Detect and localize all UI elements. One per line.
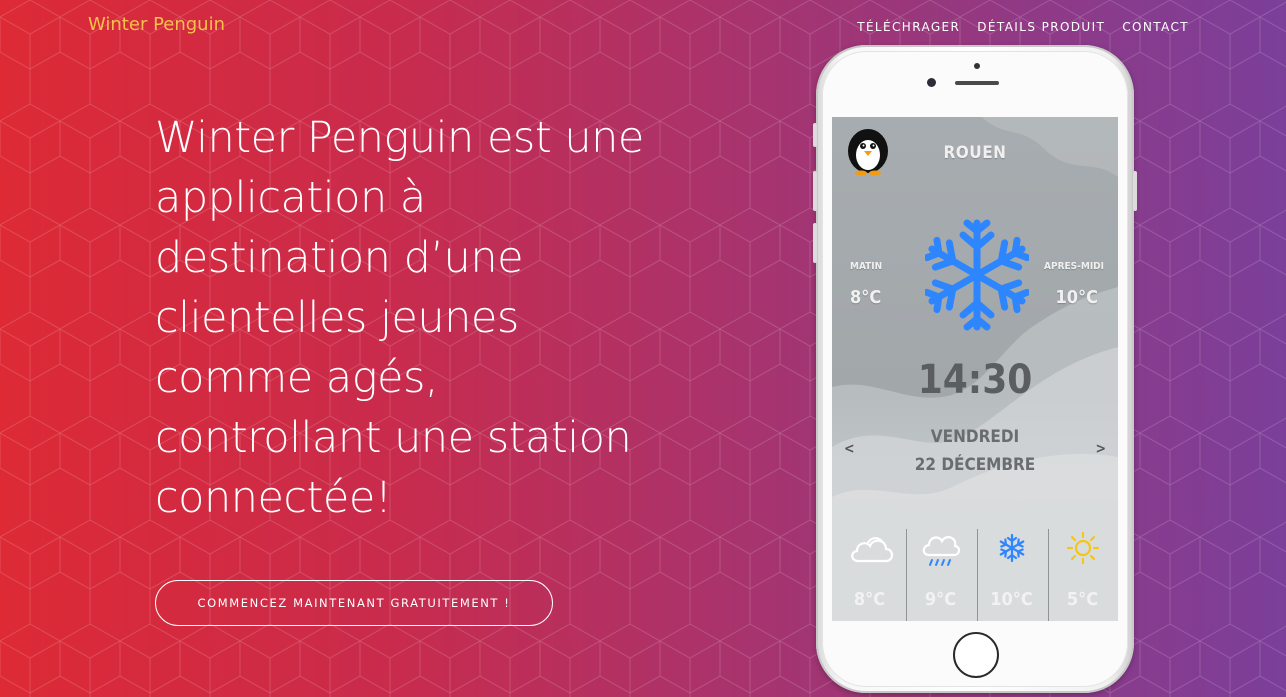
morning-label: MATIN bbox=[850, 261, 883, 272]
phone-volume-up bbox=[813, 171, 817, 211]
phone-speaker bbox=[955, 81, 999, 85]
phone-home-button bbox=[953, 632, 999, 678]
forecast-temperature: 5°C bbox=[1066, 589, 1099, 610]
previous-day-arrow[interactable]: < bbox=[844, 441, 855, 457]
nav-link-product-details[interactable]: Détails produit bbox=[977, 20, 1105, 34]
forecast-temperature: 10°C bbox=[990, 589, 1033, 610]
snowflake-icon bbox=[925, 219, 1029, 333]
weather-app-screen: ROUEN MATIN 8°C APRES-MIDI 10°C 14:30 VE… bbox=[832, 117, 1118, 621]
forecast-item: 5°C bbox=[1047, 529, 1118, 621]
current-time: 14:30 bbox=[917, 357, 1033, 403]
phone-mute-switch bbox=[813, 123, 817, 147]
date-text: 22 DÉCEMBRE bbox=[914, 455, 1036, 475]
hero-heading-line: clientelles jeunes bbox=[155, 293, 519, 343]
forecast-temperature: 9°C bbox=[924, 589, 957, 610]
morning-temperature: 8°C bbox=[850, 287, 882, 308]
phone-mockup: ROUEN MATIN 8°C APRES-MIDI 10°C 14:30 VE… bbox=[813, 45, 1137, 693]
hero-heading-line: comme agés, bbox=[155, 353, 439, 403]
hero-heading-line: application à bbox=[155, 173, 426, 223]
top-navigation: Téléchrager Détails produit Contact bbox=[857, 20, 1189, 34]
phone-power-button bbox=[1133, 171, 1137, 211]
nav-link-download[interactable]: Téléchrager bbox=[857, 20, 960, 34]
forecast-item: 10°C bbox=[976, 529, 1047, 621]
forecast-item: 8°C bbox=[834, 529, 905, 621]
next-day-arrow[interactable]: > bbox=[1095, 441, 1106, 457]
day-name: VENDREDI bbox=[930, 427, 1020, 447]
afternoon-temperature: 10°C bbox=[1055, 287, 1098, 308]
city-name: ROUEN bbox=[943, 143, 1007, 163]
hero-heading-line: destination d’une bbox=[155, 233, 524, 283]
get-started-free-button[interactable]: Commencez maintenant gratuitement ! bbox=[155, 580, 553, 626]
hero-heading-line: controllant une station bbox=[155, 413, 632, 463]
hero-heading: Winter Penguin est une application à des… bbox=[155, 108, 675, 528]
forecast-temperature: 8°C bbox=[853, 589, 886, 610]
hero-heading-line: Winter Penguin est une bbox=[155, 113, 644, 163]
afternoon-label: APRES-MIDI bbox=[1044, 261, 1104, 272]
hero-heading-line: connectée! bbox=[155, 473, 392, 523]
forecast-item: 9°C bbox=[905, 529, 976, 621]
cloud-icon bbox=[851, 537, 894, 563]
snowflake-icon bbox=[997, 533, 1027, 563]
nav-link-contact[interactable]: Contact bbox=[1122, 20, 1189, 34]
brand-logo-link[interactable]: Winter Penguin bbox=[88, 14, 225, 35]
phone-sensor bbox=[974, 63, 980, 69]
phone-volume-down bbox=[813, 223, 817, 263]
sun-icon bbox=[1066, 531, 1100, 565]
rain-cloud-icon bbox=[922, 536, 961, 566]
phone-front-camera bbox=[927, 78, 936, 87]
